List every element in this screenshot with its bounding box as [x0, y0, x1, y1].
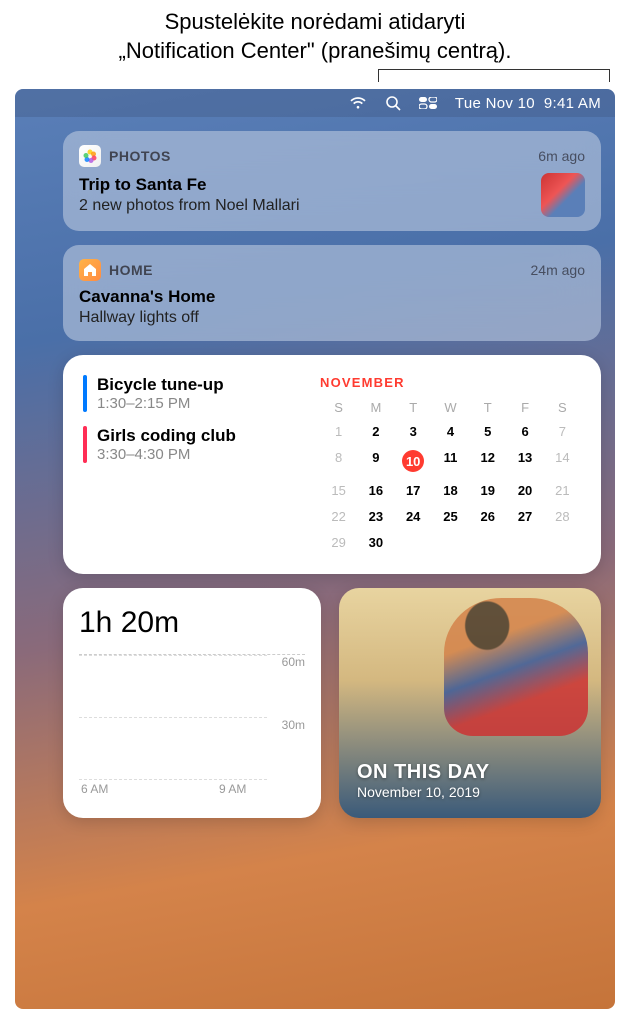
annotation-text: Spustelėkite norėdami atidaryti „Notific… — [0, 0, 630, 69]
calendar-day[interactable]: 7 — [544, 420, 581, 443]
chart-ylabel: 30m — [282, 718, 305, 732]
calendar-widget[interactable]: Bicycle tune-up 1:30–2:15 PM Girls codin… — [63, 355, 601, 574]
calendar-day[interactable]: 14 — [544, 446, 581, 476]
calendar-day[interactable]: 1 — [320, 420, 357, 443]
calendar-day[interactable]: 8 — [320, 446, 357, 476]
chart-ylabel: 60m — [282, 655, 305, 669]
control-center-icon[interactable] — [419, 97, 437, 109]
memory-title: ON THIS DAY — [357, 761, 583, 784]
event-title: Bicycle tune-up — [97, 375, 224, 395]
home-app-icon — [79, 259, 101, 281]
calendar-day[interactable]: 12 — [469, 446, 506, 476]
calendar-day — [432, 531, 469, 554]
calendar-day[interactable]: 13 — [506, 446, 543, 476]
notification-photos[interactable]: PHOTOS 6m ago Trip to Santa Fe 2 new pho… — [63, 131, 601, 231]
event-title: Girls coding club — [97, 426, 236, 446]
notification-title: Cavanna's Home — [79, 287, 585, 307]
notification-app-name: HOME — [109, 262, 153, 278]
event-color-bar — [83, 426, 87, 463]
calendar-month-view: NOVEMBER SMTWTFS123456789101112131415161… — [320, 375, 581, 554]
calendar-day[interactable]: 21 — [544, 479, 581, 502]
calendar-day[interactable]: 27 — [506, 505, 543, 528]
notification-title: Trip to Santa Fe — [79, 175, 529, 195]
calendar-dow: S — [320, 398, 357, 417]
photos-app-icon — [79, 145, 101, 167]
calendar-day[interactable]: 23 — [357, 505, 394, 528]
notification-thumbnail — [541, 173, 585, 217]
calendar-day[interactable]: 22 — [320, 505, 357, 528]
calendar-day[interactable]: 28 — [544, 505, 581, 528]
calendar-dow: T — [469, 398, 506, 417]
screentime-total: 1h 20m — [79, 606, 305, 640]
menubar-datetime[interactable]: Tue Nov 10 9:41 AM — [455, 95, 601, 112]
calendar-day[interactable]: 19 — [469, 479, 506, 502]
event-color-bar — [83, 375, 87, 412]
calendar-events: Bicycle tune-up 1:30–2:15 PM Girls codin… — [83, 375, 310, 554]
notification-center-screenshot: Tue Nov 10 9:41 AM PHOTOS 6m ago Trip to… — [15, 89, 615, 1009]
screentime-widget[interactable]: 1h 20m 60m 30m 6 AM 9 AM — [63, 588, 321, 818]
event-time: 3:30–4:30 PM — [97, 446, 236, 463]
calendar-day[interactable]: 20 — [506, 479, 543, 502]
chart-xlabel — [127, 782, 173, 800]
calendar-day — [469, 531, 506, 554]
callout-bracket — [20, 69, 610, 87]
calendar-day[interactable]: 29 — [320, 531, 357, 554]
calendar-grid: SMTWTFS123456789101112131415161718192021… — [320, 398, 581, 554]
calendar-day[interactable]: 3 — [395, 420, 432, 443]
notification-time: 24m ago — [531, 262, 585, 278]
calendar-day[interactable]: 26 — [469, 505, 506, 528]
chart-xlabel: 6 AM — [81, 782, 127, 800]
calendar-month-label: NOVEMBER — [320, 375, 581, 390]
calendar-day[interactable]: 2 — [357, 420, 394, 443]
memory-date: November 10, 2019 — [357, 784, 583, 800]
notification-subtitle: 2 new photos from Noel Mallari — [79, 197, 529, 215]
photos-memory-widget[interactable]: ON THIS DAY November 10, 2019 — [339, 588, 601, 818]
notification-time: 6m ago — [538, 148, 585, 164]
calendar-dow: T — [395, 398, 432, 417]
calendar-day[interactable]: 16 — [357, 479, 394, 502]
chart-xlabel: 9 AM — [219, 782, 265, 800]
notification-home[interactable]: HOME 24m ago Cavanna's Home Hallway ligh… — [63, 245, 601, 341]
calendar-day[interactable]: 15 — [320, 479, 357, 502]
calendar-day — [506, 531, 543, 554]
calendar-day[interactable]: 9 — [357, 446, 394, 476]
menubar: Tue Nov 10 9:41 AM — [15, 89, 615, 117]
calendar-day[interactable]: 6 — [506, 420, 543, 443]
calendar-dow: S — [544, 398, 581, 417]
notification-app-name: PHOTOS — [109, 148, 171, 164]
calendar-day[interactable]: 18 — [432, 479, 469, 502]
wifi-icon[interactable] — [349, 96, 367, 110]
calendar-day[interactable]: 5 — [469, 420, 506, 443]
calendar-day[interactable]: 25 — [432, 505, 469, 528]
calendar-dow: M — [357, 398, 394, 417]
chart-xlabel — [173, 782, 219, 800]
calendar-day[interactable]: 17 — [395, 479, 432, 502]
event-time: 1:30–2:15 PM — [97, 395, 224, 412]
calendar-event[interactable]: Bicycle tune-up 1:30–2:15 PM — [83, 375, 310, 412]
calendar-dow: W — [432, 398, 469, 417]
calendar-event[interactable]: Girls coding club 3:30–4:30 PM — [83, 426, 310, 463]
calendar-day[interactable]: 24 — [395, 505, 432, 528]
calendar-day[interactable]: 30 — [357, 531, 394, 554]
calendar-day[interactable]: 11 — [432, 446, 469, 476]
calendar-dow: F — [506, 398, 543, 417]
calendar-day — [395, 531, 432, 554]
screentime-chart: 60m 30m 6 AM 9 AM — [79, 654, 305, 800]
notification-subtitle: Hallway lights off — [79, 309, 585, 327]
search-icon[interactable] — [385, 95, 401, 111]
calendar-day[interactable]: 10 — [395, 446, 432, 476]
calendar-day — [544, 531, 581, 554]
calendar-day[interactable]: 4 — [432, 420, 469, 443]
